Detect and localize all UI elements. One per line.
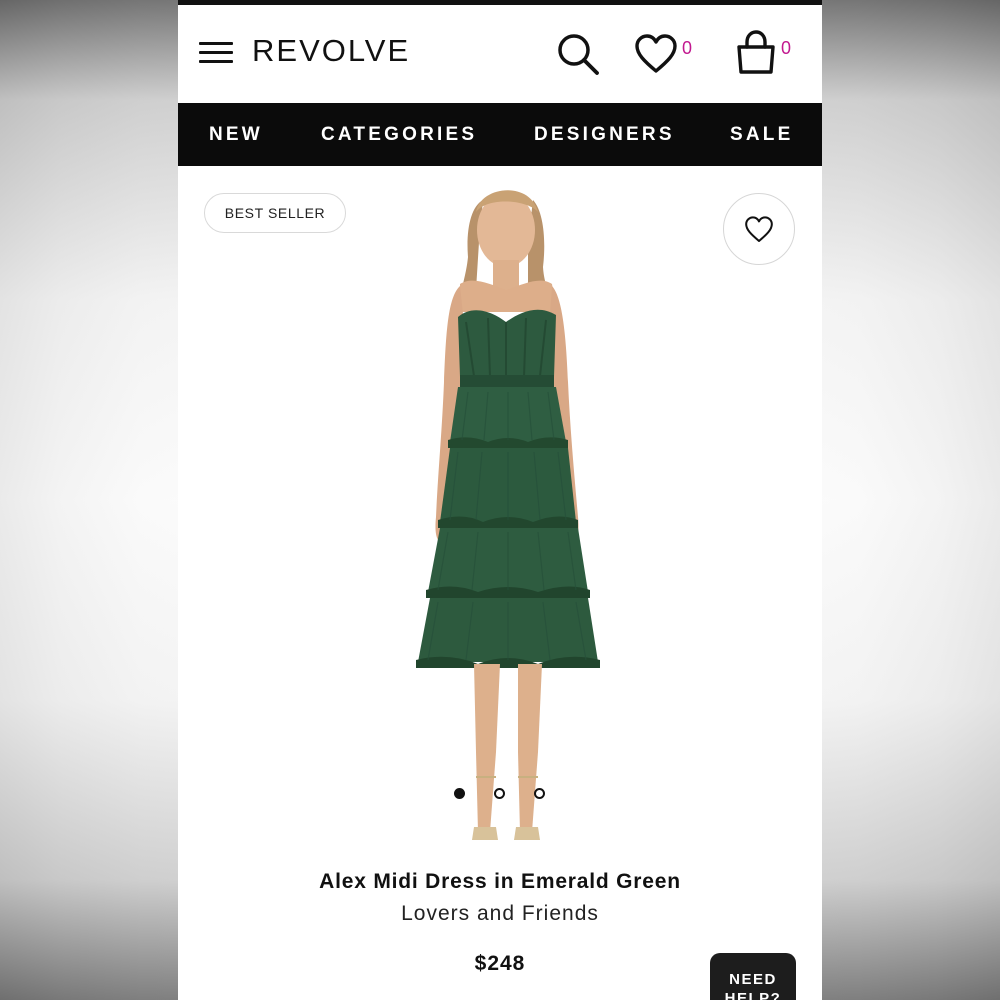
nav-sale[interactable]: SALE <box>730 103 793 166</box>
nav-categories[interactable]: CATEGORIES <box>321 103 477 166</box>
product-brand-link[interactable]: Lovers and Friends <box>178 902 822 926</box>
shopping-bag-icon[interactable] <box>734 29 778 75</box>
search-icon[interactable] <box>556 32 600 76</box>
carousel-dot-3[interactable] <box>534 788 545 799</box>
need-help-button[interactable]: NEED HELP? <box>710 953 796 1000</box>
carousel-dot-2[interactable] <box>494 788 505 799</box>
wishlist-count: 0 <box>682 38 693 58</box>
hamburger-menu-icon[interactable] <box>199 42 233 66</box>
site-header: REVOLVE 0 0 <box>178 5 822 103</box>
nav-new[interactable]: NEW <box>209 103 263 166</box>
wishlist-heart-icon[interactable] <box>634 33 678 75</box>
revolve-logo[interactable]: REVOLVE <box>252 33 410 69</box>
category-nav: NEW CATEGORIES DESIGNERS SALE <box>178 103 822 166</box>
bag-count: 0 <box>781 38 792 58</box>
background-left-blur <box>0 0 178 1000</box>
background-right-blur <box>822 0 1000 1000</box>
product-name: Alex Midi Dress in Emerald Green <box>319 870 681 893</box>
mobile-screen: REVOLVE 0 0 NEW CATEGORIES DESIGNERS SAL… <box>178 0 822 1000</box>
carousel-dot-1[interactable] <box>454 788 465 799</box>
add-to-wishlist-button[interactable] <box>723 193 795 265</box>
heart-outline-icon <box>745 216 773 242</box>
best-seller-badge: BEST SELLER <box>204 193 346 233</box>
nav-designers[interactable]: DESIGNERS <box>534 103 675 166</box>
image-carousel-dots <box>454 788 554 802</box>
product-image[interactable] <box>378 172 618 862</box>
